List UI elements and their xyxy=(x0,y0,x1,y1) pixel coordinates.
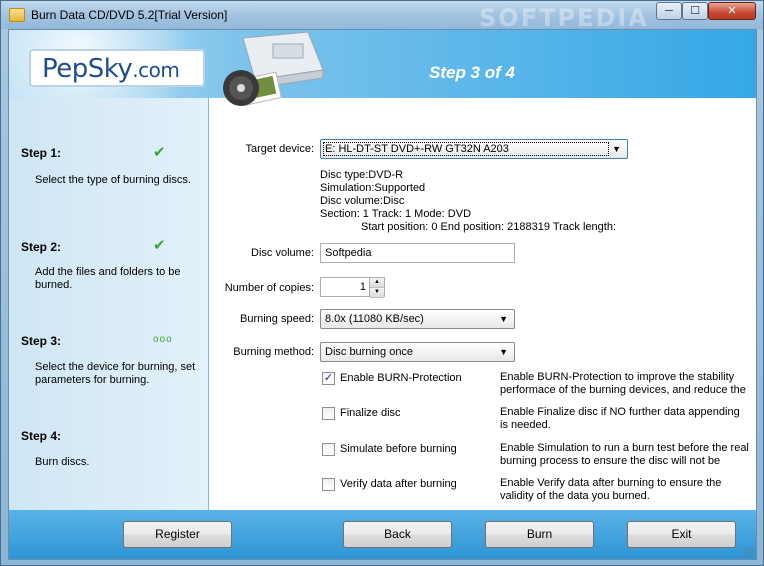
burning-speed-label: Burning speed: xyxy=(240,313,314,325)
burn-protection-label[interactable]: Enable BURN-Protection xyxy=(340,372,462,384)
dropdown-arrow-icon: ▼ xyxy=(499,314,508,324)
target-device-select[interactable]: E: HL-DT-ST DVD+-RW GT32N A203 ▼ xyxy=(320,139,628,159)
logo-suffix-text: .com xyxy=(132,58,180,82)
wizard-footer: Register Back Burn Exit xyxy=(9,510,756,559)
step-4-description: Burn discs. xyxy=(35,456,90,468)
verify-data-label[interactable]: Verify data after burning xyxy=(340,478,457,490)
burning-method-select[interactable]: Disc burning once ▼ xyxy=(320,342,515,362)
step-3-heading: Step 3: xyxy=(21,334,62,348)
verify-data-checkbox[interactable] xyxy=(322,478,335,491)
softpedia-watermark: SOFTPEDIA xyxy=(479,4,649,32)
copies-stepper[interactable]: 1 ▲ ▼ xyxy=(320,277,385,298)
disc-volume-label: Disc volume: xyxy=(251,247,314,259)
burn-protection-checkbox[interactable]: ✓ xyxy=(322,372,335,385)
step-1-check-icon: ✔ xyxy=(153,144,166,161)
disc-drive-illustration-icon xyxy=(223,31,324,106)
window-title: Burn Data CD/DVD 5.2[Trial Version] xyxy=(31,8,228,22)
section-info: Section: 1 Track: 1 Mode: DVD xyxy=(320,208,472,220)
spin-down-icon[interactable]: ▼ xyxy=(370,288,384,298)
exit-button[interactable]: Exit xyxy=(627,521,736,548)
resize-grip-icon[interactable] xyxy=(744,547,754,557)
step-4-heading: Step 4: xyxy=(21,429,62,443)
burning-speed-select[interactable]: 8.0x (11080 KB/sec) ▼ xyxy=(320,309,515,329)
step-2-check-icon: ✔ xyxy=(153,237,166,254)
logo-main-text: PepSky xyxy=(42,54,133,84)
minimize-button[interactable]: ─ xyxy=(656,2,682,20)
wizard-header: PepSky.com Step 3 of 4 xyxy=(9,30,756,140)
burning-method-label: Burning method: xyxy=(233,346,314,358)
simulate-before-burning-checkbox[interactable] xyxy=(322,443,335,456)
step-title: Step 3 of 4 xyxy=(429,63,515,82)
disc-volume-info: Disc volume:Disc xyxy=(320,195,405,207)
steps-sidebar: Step 1: ✔ Select the type of burning dis… xyxy=(9,98,209,510)
burning-speed-value: 8.0x (11080 KB/sec) xyxy=(325,313,424,325)
title-bar[interactable]: Burn Data CD/DVD 5.2[Trial Version] SOFT… xyxy=(1,1,763,32)
target-device-label: Target device: xyxy=(245,143,314,155)
burn-button[interactable]: Burn xyxy=(485,521,594,548)
close-button[interactable]: ✕ xyxy=(708,2,756,20)
client-area: PepSky.com Step 3 of 4 Step 1: ✔ Select … xyxy=(8,29,757,560)
app-icon xyxy=(9,8,25,22)
position-info: Start position: 0 End position: 2188319 … xyxy=(361,221,616,233)
spin-up-icon[interactable]: ▲ xyxy=(370,278,384,288)
step-3-description: Select the device for burning, set param… xyxy=(35,361,196,386)
app-window: Burn Data CD/DVD 5.2[Trial Version] SOFT… xyxy=(0,0,764,566)
copies-value: 1 xyxy=(359,281,366,293)
step-2-heading: Step 2: xyxy=(21,240,62,254)
finalize-disc-description: Enable Finalize disc if NO further data … xyxy=(500,406,740,431)
finalize-disc-label[interactable]: Finalize disc xyxy=(340,407,401,419)
simulate-before-burning-description: Enable Simulation to run a burn test bef… xyxy=(500,442,749,467)
dropdown-arrow-icon: ▼ xyxy=(612,144,621,154)
burn-protection-description: Enable BURN-Protection to improve the st… xyxy=(500,371,746,396)
disc-volume-input[interactable]: Softpedia xyxy=(320,243,515,263)
step-1-heading: Step 1: xyxy=(21,146,62,160)
register-button[interactable]: Register xyxy=(123,521,232,548)
burning-method-value: Disc burning once xyxy=(325,346,414,358)
pepsky-logo: PepSky.com xyxy=(29,49,205,87)
step-1-description: Select the type of burning discs. xyxy=(35,174,191,186)
step-3-progress-dots-icon: ooo xyxy=(153,334,173,345)
copies-label: Number of copies: xyxy=(224,282,314,294)
maximize-button[interactable]: ☐ xyxy=(682,2,708,20)
disc-type-info: Disc type:DVD-R xyxy=(320,169,404,181)
step-2-description: Add the files and folders to be burned. xyxy=(35,266,181,291)
finalize-disc-checkbox[interactable] xyxy=(322,407,335,420)
dropdown-arrow-icon: ▼ xyxy=(499,347,508,357)
simulate-before-burning-label[interactable]: Simulate before burning xyxy=(340,443,457,455)
focus-rect xyxy=(323,142,609,156)
simulation-info: Simulation:Supported xyxy=(320,182,426,194)
verify-data-description: Enable Verify data after burning to ensu… xyxy=(500,477,722,502)
back-button[interactable]: Back xyxy=(343,521,452,548)
